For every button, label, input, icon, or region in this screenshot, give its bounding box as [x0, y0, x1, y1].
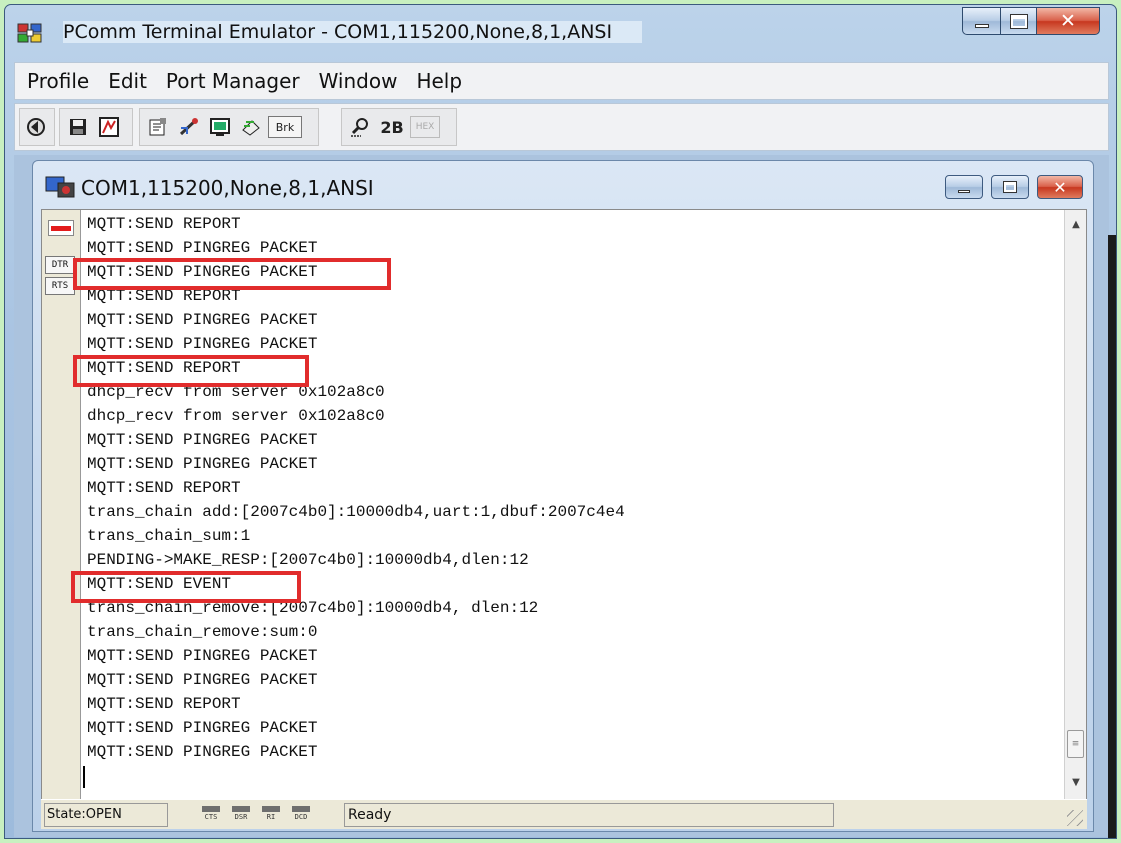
toolbar: Brk 2B HEX — [14, 103, 1109, 151]
text-cursor — [83, 766, 85, 788]
save-button[interactable] — [64, 113, 92, 141]
close-button[interactable]: ✕ — [1036, 7, 1100, 35]
menu-help[interactable]: Help — [416, 69, 462, 93]
maximize-button[interactable] — [1000, 7, 1036, 35]
minimize-icon — [974, 24, 989, 28]
terminal-line: MQTT:SEND PINGREG PACKET — [87, 671, 318, 689]
data-scope-button[interactable] — [346, 113, 374, 141]
menu-edit[interactable]: Edit — [108, 69, 147, 93]
toolbar-group-settings: Brk — [139, 108, 319, 146]
session-restore-button[interactable] — [991, 175, 1029, 199]
minimize-icon — [958, 189, 970, 193]
close-icon: ✕ — [1060, 10, 1076, 32]
terminal-line: MQTT:SEND PINGREG PACKET — [87, 719, 318, 737]
highlight-box — [73, 258, 391, 290]
transfer-button[interactable] — [237, 113, 265, 141]
toolbar-group-open — [19, 108, 55, 146]
macro-button[interactable] — [175, 113, 203, 141]
terminal-line: trans_chain add:[2007c4b0]:10000db4,uart… — [87, 503, 625, 521]
scroll-down-icon[interactable]: ▼ — [1065, 772, 1087, 792]
terminal-line: MQTT:SEND REPORT — [87, 479, 241, 497]
session-window: COM1,115200,None,8,1,ANSI ✕ DTR RTS MQTT… — [32, 160, 1094, 832]
menu-profile[interactable]: Profile — [27, 69, 89, 93]
maximize-icon — [1009, 13, 1028, 29]
transfer-icon — [242, 120, 260, 136]
connection-state: State:OPEN — [44, 803, 168, 827]
terminal-line: MQTT:SEND REPORT — [87, 695, 241, 713]
ri-indicator: RI — [261, 806, 281, 826]
dcd-indicator: DCD — [291, 806, 311, 826]
ri-label: RI — [266, 813, 276, 821]
terminal-line: MQTT:SEND PINGREG PACKET — [87, 311, 318, 329]
terminal-line: PENDING->MAKE_RESP:[2007c4b0]:10000db4,d… — [87, 551, 529, 569]
scrollbar-thumb[interactable]: ≡ — [1067, 730, 1084, 758]
cts-indicator: CTS — [201, 806, 221, 826]
close-icon: ✕ — [1053, 177, 1067, 197]
vertical-scrollbar[interactable]: ▲ ≡ ▼ — [1064, 210, 1086, 800]
status-message: Ready — [344, 803, 834, 827]
open-session-icon — [26, 118, 45, 136]
properties-icon — [149, 118, 166, 136]
line-control-strip: DTR RTS — [42, 210, 80, 800]
toolbar-group-file — [59, 108, 133, 146]
menu-bar: Profile Edit Port Manager Window Help — [14, 62, 1109, 100]
save-icon — [70, 119, 86, 135]
data-scope-icon — [351, 118, 368, 137]
menu-port-manager[interactable]: Port Manager — [166, 69, 300, 93]
window-controls: ✕ — [962, 7, 1100, 35]
terminal-line: MQTT:SEND PINGREG PACKET — [87, 335, 318, 353]
terminal-output: MQTT:SEND REPORT MQTT:SEND PINGREG PACKE… — [87, 212, 625, 764]
pcomm-app-icon — [17, 23, 42, 43]
terminal-line: MQTT:SEND PINGREG PACKET — [87, 743, 318, 761]
terminal-line: MQTT:SEND PINGREG PACKET — [87, 239, 318, 257]
scroll-up-icon[interactable]: ▲ — [1065, 214, 1087, 234]
cts-label: CTS — [204, 813, 218, 821]
status-bar: State:OPEN CTS DSR RI DCD Ready — [41, 799, 1087, 829]
session-client: DTR RTS MQTT:SEND REPORT MQTT:SEND PINGR… — [41, 209, 1087, 800]
terminal-line: dhcp_recv from server 0x102a8c0 — [87, 407, 385, 425]
toolbar-group-mode: 2B HEX — [341, 108, 457, 146]
highlight-box — [73, 355, 309, 387]
dsr-indicator: DSR — [231, 806, 251, 826]
capture-button[interactable] — [95, 113, 123, 141]
terminal-setup-icon — [210, 118, 230, 136]
terminal-line: MQTT:SEND PINGREG PACKET — [87, 647, 318, 665]
session-window-controls: ✕ — [945, 175, 1083, 199]
app-window: PComm Terminal Emulator - COM1,115200,No… — [4, 4, 1117, 839]
minimize-button[interactable] — [962, 7, 1000, 35]
terminal-line: MQTT:SEND PINGREG PACKET — [87, 431, 318, 449]
title-bar[interactable]: PComm Terminal Emulator - COM1,115200,No… — [5, 5, 1116, 57]
highlight-box — [71, 571, 301, 603]
open-session-button[interactable] — [24, 113, 47, 141]
terminal-setup-button[interactable] — [206, 113, 234, 141]
connection-led-icon — [48, 220, 74, 236]
resize-grip-icon[interactable] — [1067, 810, 1083, 826]
capture-icon — [99, 117, 119, 137]
dcd-label: DCD — [294, 813, 308, 821]
restore-icon — [1003, 181, 1017, 193]
terminal-line: MQTT:SEND REPORT — [87, 215, 241, 233]
terminal-line: MQTT:SEND PINGREG PACKET — [87, 455, 318, 473]
dsr-label: DSR — [234, 813, 248, 821]
dtr-toggle[interactable]: DTR — [45, 256, 75, 274]
menu-window[interactable]: Window — [319, 69, 398, 93]
terminal-screen[interactable]: MQTT:SEND REPORT MQTT:SEND PINGREG PACKE… — [71, 210, 1065, 800]
hex-button[interactable]: HEX — [410, 116, 440, 138]
rts-toggle[interactable]: RTS — [45, 277, 75, 295]
properties-button[interactable] — [144, 113, 172, 141]
mdi-workspace: COM1,115200,None,8,1,ANSI ✕ DTR RTS MQTT… — [14, 155, 1109, 837]
terminal-session-icon — [45, 176, 75, 198]
break-button[interactable]: Brk — [268, 116, 302, 138]
window-title: PComm Terminal Emulator - COM1,115200,No… — [63, 21, 643, 43]
macro-icon — [179, 118, 198, 136]
terminal-line: trans_chain_sum:1 — [87, 527, 251, 545]
session-minimize-button[interactable] — [945, 175, 983, 199]
session-close-button[interactable]: ✕ — [1037, 175, 1083, 199]
two-byte-button[interactable]: 2B — [377, 113, 407, 141]
terminal-line: trans_chain_remove:sum:0 — [87, 623, 318, 641]
session-title: COM1,115200,None,8,1,ANSI — [81, 176, 374, 200]
